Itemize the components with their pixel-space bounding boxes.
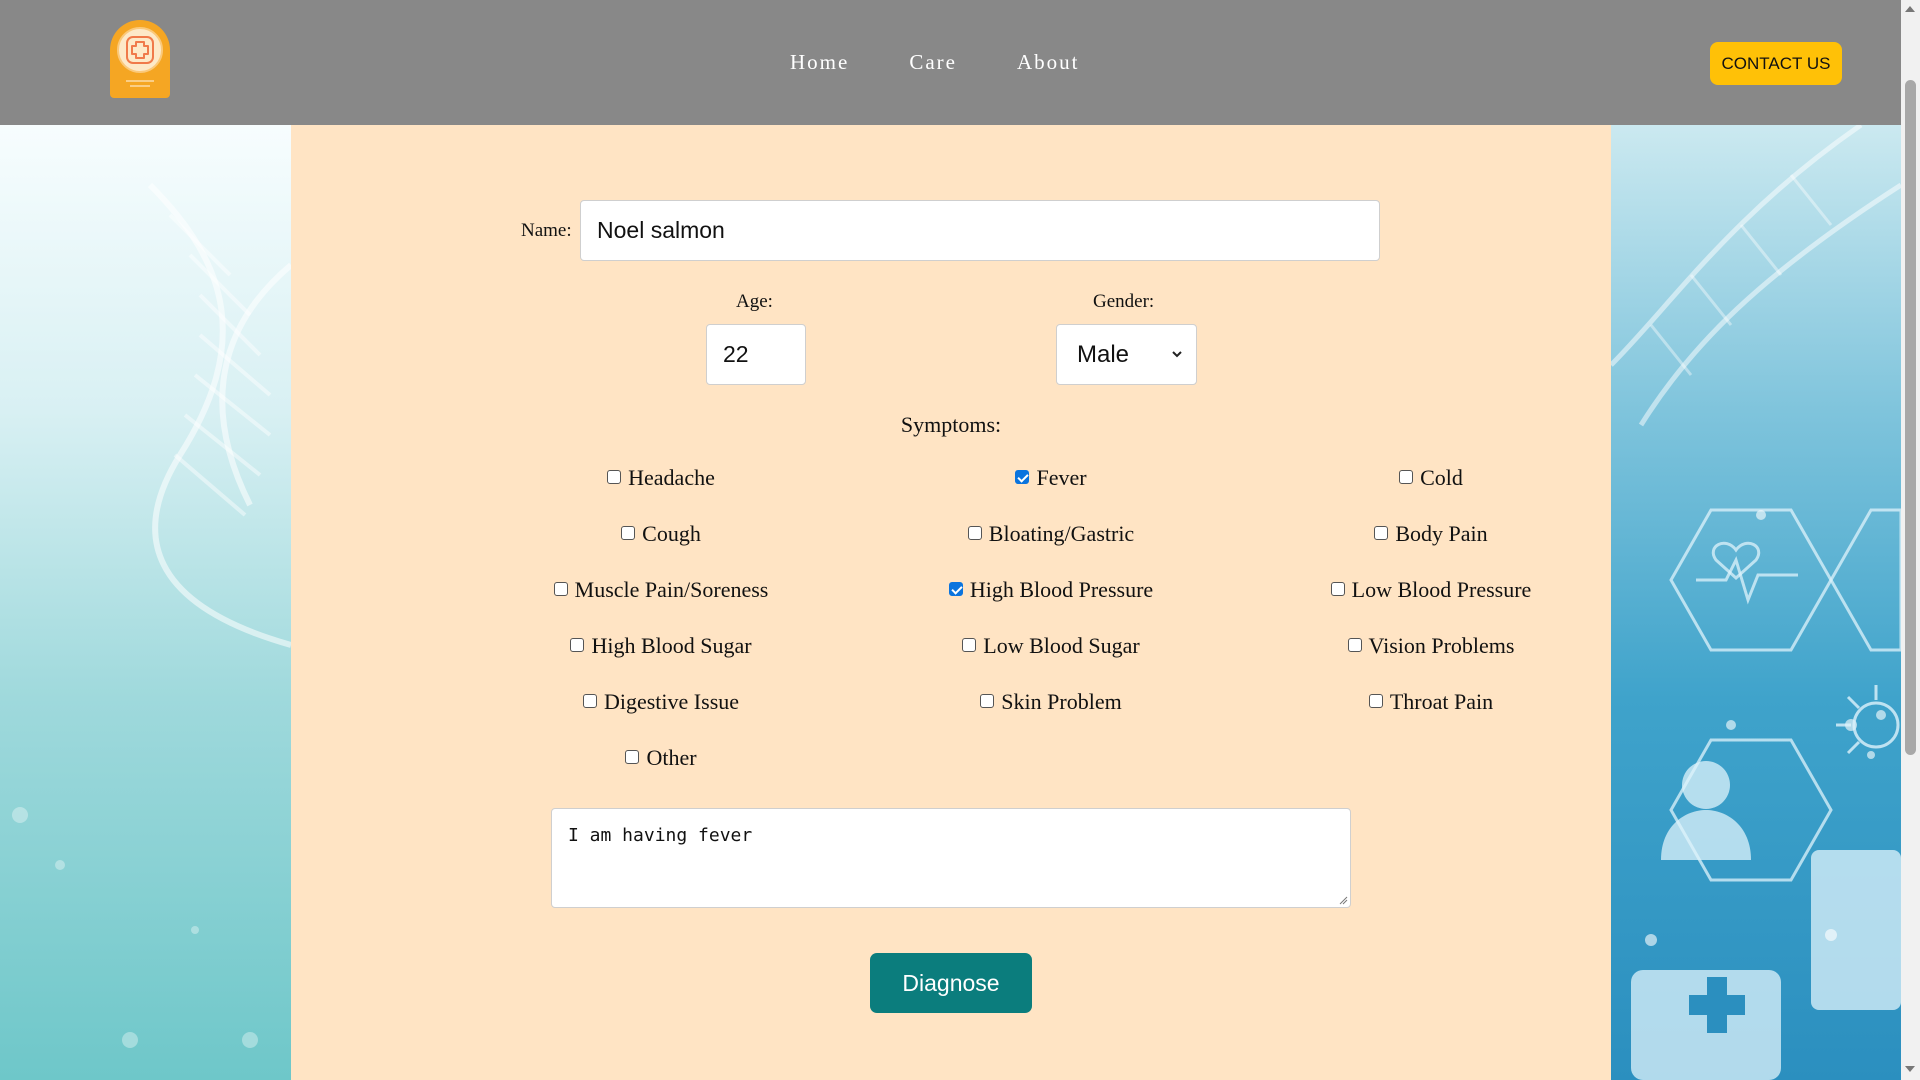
notes-value: I am having fever [568,825,753,846]
symptom-label: Muscle Pain/Soreness [574,577,769,602]
symptom-low-blood-sugar[interactable]: Low Blood Sugar [861,633,1241,659]
contact-us-button[interactable]: CONTACT US [1710,42,1842,85]
nav-link-home[interactable]: Home [790,50,849,75]
age-input[interactable]: 22 [706,324,806,385]
resize-handle-icon[interactable] [1338,895,1348,905]
nav-link-care[interactable]: Care [909,50,957,75]
symptom-muscle-pain[interactable]: Muscle Pain/Soreness [471,577,851,603]
symptom-high-blood-sugar[interactable]: High Blood Sugar [471,633,851,659]
logo-text-line [130,85,150,87]
navbar: Home Care About CONTACT US [0,0,1901,125]
name-input-value: Noel salmon [597,217,725,243]
name-label: Name: [521,220,572,241]
background-left-dna [0,125,291,1080]
symptom-label: Body Pain [1395,521,1488,546]
medical-cross-logo-icon[interactable] [110,20,170,98]
checkbox-checked[interactable] [948,582,963,596]
age-label: Age: [736,291,773,312]
symptom-headache[interactable]: Headache [471,465,851,491]
checkbox[interactable] [962,638,977,652]
checkbox[interactable] [553,582,568,596]
symptom-label: Fever [1036,465,1087,490]
symptom-label: Cough [642,521,701,546]
checkbox[interactable] [967,526,982,540]
checkbox[interactable] [1368,694,1383,708]
checkbox[interactable] [980,694,995,708]
checkbox[interactable] [1347,638,1362,652]
symptom-label: High Blood Pressure [969,577,1154,602]
symptom-vision-problems[interactable]: Vision Problems [1241,633,1621,659]
checkbox[interactable] [1374,526,1389,540]
medical-network-icon [1611,125,1901,1080]
symptom-skin-problem[interactable]: Skin Problem [861,689,1241,715]
checkbox[interactable] [582,694,597,708]
age-input-value: 22 [723,341,749,367]
symptom-low-blood-pressure[interactable]: Low Blood Pressure [1241,577,1621,603]
symptom-notes-textarea[interactable]: I am having fever [551,808,1351,908]
checkbox[interactable] [1330,582,1345,596]
symptom-label: Low Blood Pressure [1351,577,1532,602]
symptom-high-blood-pressure[interactable]: High Blood Pressure [861,577,1241,603]
scrollbar-thumb[interactable] [1905,80,1916,755]
nav-links: Home Care About [790,50,1139,75]
viewport: Home Care About CONTACT US Name: Noel sa… [0,0,1920,1080]
checkbox[interactable] [570,638,585,652]
symptom-cough[interactable]: Cough [471,521,851,547]
page-scrollbar[interactable] [1901,0,1920,1080]
symptom-throat-pain[interactable]: Throat Pain [1241,689,1621,715]
symptoms-title: Symptoms: [900,412,1002,437]
symptom-cold[interactable]: Cold [1241,465,1621,491]
symptom-label: Bloating/Gastric [988,521,1135,546]
diagnose-button[interactable]: Diagnose [870,953,1032,1013]
symptom-bloating-gastric[interactable]: Bloating/Gastric [861,521,1241,547]
diagnosis-form-panel: Name: Noel salmon Age: 22 Gender: Male S… [291,125,1611,1080]
symptom-label: Throat Pain [1389,689,1494,714]
checkbox-checked[interactable] [1015,470,1030,484]
checkbox[interactable] [607,470,622,484]
scroll-up-arrow-icon[interactable] [1905,6,1915,12]
symptom-body-pain[interactable]: Body Pain [1241,521,1621,547]
symptom-label: Skin Problem [1001,689,1122,714]
symptom-label: Other [646,745,697,770]
background-right-medical [1611,125,1901,1080]
checkbox[interactable] [625,750,640,764]
name-input[interactable]: Noel salmon [580,200,1380,261]
symptom-fever[interactable]: Fever [861,465,1241,491]
cross-icon [126,36,154,64]
checkbox[interactable] [1399,470,1414,484]
symptom-label: High Blood Sugar [591,633,752,658]
checkbox[interactable] [621,526,636,540]
symptom-label: Low Blood Sugar [983,633,1140,658]
gender-label: Gender: [1093,291,1155,312]
nav-link-about[interactable]: About [1017,50,1080,75]
symptom-label: Cold [1420,465,1463,490]
dna-helix-icon [12,182,291,1048]
symptom-label: Headache [628,465,715,490]
symptom-label: Vision Problems [1368,633,1515,658]
symptom-other[interactable]: Other [471,745,851,771]
symptom-digestive-issue[interactable]: Digestive Issue [471,689,851,715]
chevron-down-icon [1172,351,1182,358]
gender-select-value: Male [1077,340,1130,368]
gender-select[interactable]: Male [1056,324,1197,385]
scroll-down-arrow-icon[interactable] [1905,1066,1915,1072]
symptom-label: Digestive Issue [603,689,740,714]
logo-text-line [126,80,154,82]
